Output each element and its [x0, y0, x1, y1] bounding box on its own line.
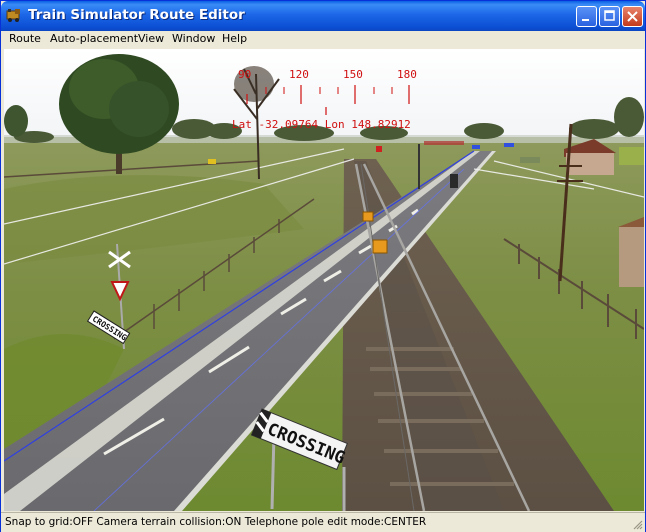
3d-viewport[interactable]: CROSSING CROSSING 90 120 150 180 Lat -32…: [4, 49, 644, 511]
app-window: Train Simulator Route Editor Route Auto-…: [0, 0, 646, 532]
compass-tick-90: 90: [238, 68, 251, 81]
close-icon: [627, 11, 638, 22]
track-marker-2: [372, 239, 388, 254]
compass-tick-120: 120: [289, 68, 309, 81]
tree-left-small: [4, 105, 28, 137]
close-button[interactable]: [622, 6, 643, 27]
compass-tick-180: 180: [397, 68, 417, 81]
minimize-icon: [582, 19, 589, 21]
track-marker-1: [362, 211, 374, 222]
window-title: Train Simulator Route Editor: [28, 7, 245, 23]
status-bar: Snap to grid:OFF Camera terrain collisio…: [1, 512, 645, 532]
route-scene: CROSSING CROSSING 90 120 150 180 Lat -32…: [4, 49, 644, 511]
title-bar[interactable]: Train Simulator Route Editor: [1, 1, 645, 31]
coordinates-readout: Lat -32.09764 Lon 148.82912: [232, 118, 411, 131]
menu-window[interactable]: Window: [172, 32, 215, 45]
menu-view[interactable]: View: [138, 32, 164, 45]
status-text: Snap to grid:OFF Camera terrain collisio…: [5, 516, 427, 528]
maximize-button[interactable]: [599, 6, 620, 27]
maximize-icon: [604, 10, 615, 21]
compass-tick-150: 150: [343, 68, 363, 81]
menu-route[interactable]: Route: [9, 32, 41, 45]
menu-bar: Route Auto-placement View Window Help: [1, 31, 645, 49]
train-app-icon: [6, 9, 20, 22]
minimize-button[interactable]: [576, 6, 597, 27]
menu-auto-placement[interactable]: Auto-placement: [50, 32, 138, 45]
resize-grip-icon[interactable]: [632, 519, 643, 530]
menu-help[interactable]: Help: [222, 32, 247, 45]
crossing-signal: [450, 174, 458, 188]
